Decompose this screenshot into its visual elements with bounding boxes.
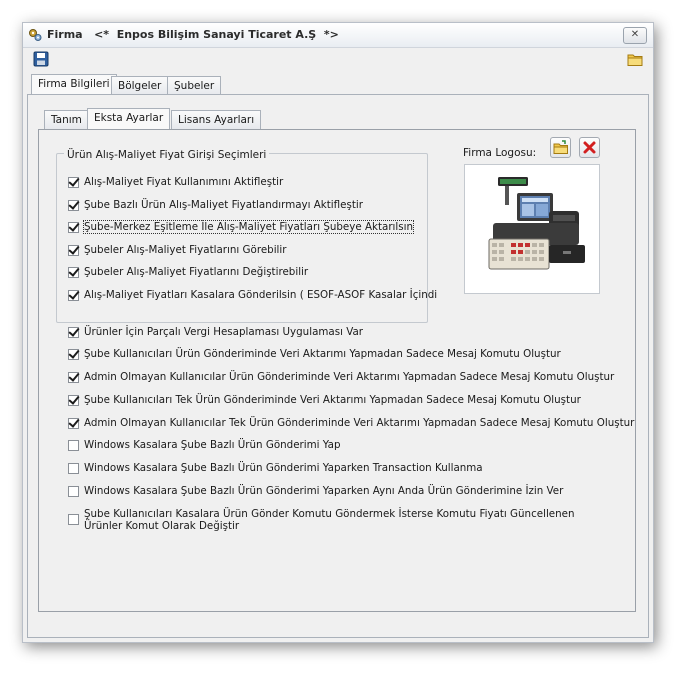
group-option-1[interactable]: Alış-Maliyet Fiyat Kullanımını Aktifleşt… bbox=[68, 176, 283, 188]
option-label: Şubeler Alış-Maliyet Fiyatlarını Değişti… bbox=[84, 266, 309, 278]
option-sube-kasalara-komut[interactable]: Şube Kullanıcıları Kasalara Ürün Gönder … bbox=[68, 508, 584, 532]
checkbox[interactable] bbox=[68, 418, 79, 429]
option-label: Admin Olmayan Kullanıcılar Tek Ürün Gönd… bbox=[84, 417, 635, 429]
checkbox[interactable] bbox=[68, 267, 79, 278]
checkbox[interactable] bbox=[68, 372, 79, 383]
tab-bolgeler[interactable]: Bölgeler bbox=[111, 76, 169, 95]
option-windows-sube-gonderim[interactable]: Windows Kasalara Şube Bazlı Ürün Gönderi… bbox=[68, 439, 341, 451]
option-windows-transaction[interactable]: Windows Kasalara Şube Bazlı Ürün Gönderi… bbox=[68, 462, 483, 474]
tab-eksta-ayarlar[interactable]: Eksta Ayarlar bbox=[87, 108, 171, 129]
option-label: Şubeler Alış-Maliyet Fiyatlarını Görebil… bbox=[84, 244, 287, 256]
checkbox[interactable] bbox=[68, 395, 79, 406]
tab-firma-bilgileri[interactable]: Firma Bilgileri bbox=[31, 74, 117, 95]
title-bar: Firma <* Enpos Bilişim Sanayi Ticaret A.… bbox=[23, 23, 653, 48]
group-option-3[interactable]: Şube-Merkez Eşitleme İle Alış-Maliyet Fi… bbox=[68, 220, 415, 234]
checkbox[interactable] bbox=[68, 514, 79, 525]
checkbox[interactable] bbox=[68, 290, 79, 301]
tab-subeler[interactable]: Şubeler bbox=[167, 76, 222, 95]
logo-image-box bbox=[464, 164, 600, 294]
checkbox[interactable] bbox=[68, 177, 79, 188]
delete-x-icon bbox=[583, 141, 596, 154]
option-sube-urun-mesaj[interactable]: Şube Kullanıcıları Ürün Gönderiminde Ver… bbox=[68, 348, 561, 360]
option-label: Şube Kullanıcıları Kasalara Ürün Gönder … bbox=[84, 508, 575, 532]
pos-terminal-logo-image bbox=[488, 177, 585, 270]
option-label: Alış-Maliyet Fiyat Kullanımını Aktifleşt… bbox=[84, 176, 284, 188]
checkbox[interactable] bbox=[68, 440, 79, 451]
option-label: Şube Kullanıcıları Ürün Gönderiminde Ver… bbox=[84, 348, 561, 360]
close-button[interactable]: ✕ bbox=[623, 27, 647, 44]
groupbox-title: Ürün Alış-Maliyet Fiyat Girişi Seçimleri bbox=[64, 149, 270, 161]
option-parcali-vergi[interactable]: Ürünler İçin Parçalı Vergi Hesaplaması U… bbox=[68, 326, 363, 338]
option-label: Şube Bazlı Ürün Alış-Maliyet Fiyatlandır… bbox=[84, 199, 363, 211]
open-folder-icon bbox=[553, 140, 568, 154]
option-admin-urun-mesaj[interactable]: Admin Olmayan Kullanıcılar Ürün Gönderim… bbox=[68, 371, 614, 383]
checkbox[interactable] bbox=[68, 349, 79, 360]
option-label: Alış-Maliyet Fiyatları Kasalara Gönderil… bbox=[84, 289, 438, 301]
delete-logo-button[interactable] bbox=[579, 137, 600, 158]
option-label: Windows Kasalara Şube Bazlı Ürün Gönderi… bbox=[84, 462, 483, 474]
window-title: Firma <* Enpos Bilişim Sanayi Ticaret A.… bbox=[47, 28, 339, 41]
toolbar bbox=[23, 48, 653, 70]
group-option-4[interactable]: Şubeler Alış-Maliyet Fiyatlarını Görebil… bbox=[68, 244, 287, 256]
load-logo-button[interactable] bbox=[550, 137, 571, 158]
checkbox[interactable] bbox=[68, 486, 79, 497]
checkbox[interactable] bbox=[68, 327, 79, 338]
save-disk-icon[interactable] bbox=[33, 51, 49, 67]
app-gears-icon bbox=[29, 29, 42, 41]
option-sube-tek-urun-mesaj[interactable]: Şube Kullanıcıları Tek Ürün Gönderiminde… bbox=[68, 394, 581, 406]
checkbox[interactable] bbox=[68, 200, 79, 211]
option-label: Windows Kasalara Şube Bazlı Ürün Gönderi… bbox=[84, 485, 564, 497]
group-option-5[interactable]: Şubeler Alış-Maliyet Fiyatlarını Değişti… bbox=[68, 266, 308, 278]
option-label: Şube Kullanıcıları Tek Ürün Gönderiminde… bbox=[84, 394, 581, 406]
group-option-6[interactable]: Alış-Maliyet Fiyatları Kasalara Gönderil… bbox=[68, 289, 437, 301]
option-label: Ürünler İçin Parçalı Vergi Hesaplaması U… bbox=[84, 326, 364, 338]
option-label: Şube-Merkez Eşitleme İle Alış-Maliyet Fi… bbox=[82, 220, 415, 234]
checkbox[interactable] bbox=[68, 463, 79, 474]
option-label: Admin Olmayan Kullanıcılar Ürün Gönderim… bbox=[84, 371, 615, 383]
group-option-2[interactable]: Şube Bazlı Ürün Alış-Maliyet Fiyatlandır… bbox=[68, 199, 363, 211]
open-folder-icon[interactable] bbox=[627, 51, 643, 67]
tab-lisans-ayarlari[interactable]: Lisans Ayarları bbox=[171, 110, 262, 129]
tab-tanim[interactable]: Tanım bbox=[44, 110, 89, 129]
checkbox[interactable] bbox=[68, 245, 79, 256]
option-windows-ayni-anda[interactable]: Windows Kasalara Şube Bazlı Ürün Gönderi… bbox=[68, 485, 563, 497]
option-admin-tek-urun-mesaj[interactable]: Admin Olmayan Kullanıcılar Tek Ürün Gönd… bbox=[68, 417, 634, 429]
checkbox[interactable] bbox=[68, 222, 79, 233]
option-label: Windows Kasalara Şube Bazlı Ürün Gönderi… bbox=[84, 439, 341, 451]
logo-label: Firma Logosu: bbox=[463, 147, 537, 159]
